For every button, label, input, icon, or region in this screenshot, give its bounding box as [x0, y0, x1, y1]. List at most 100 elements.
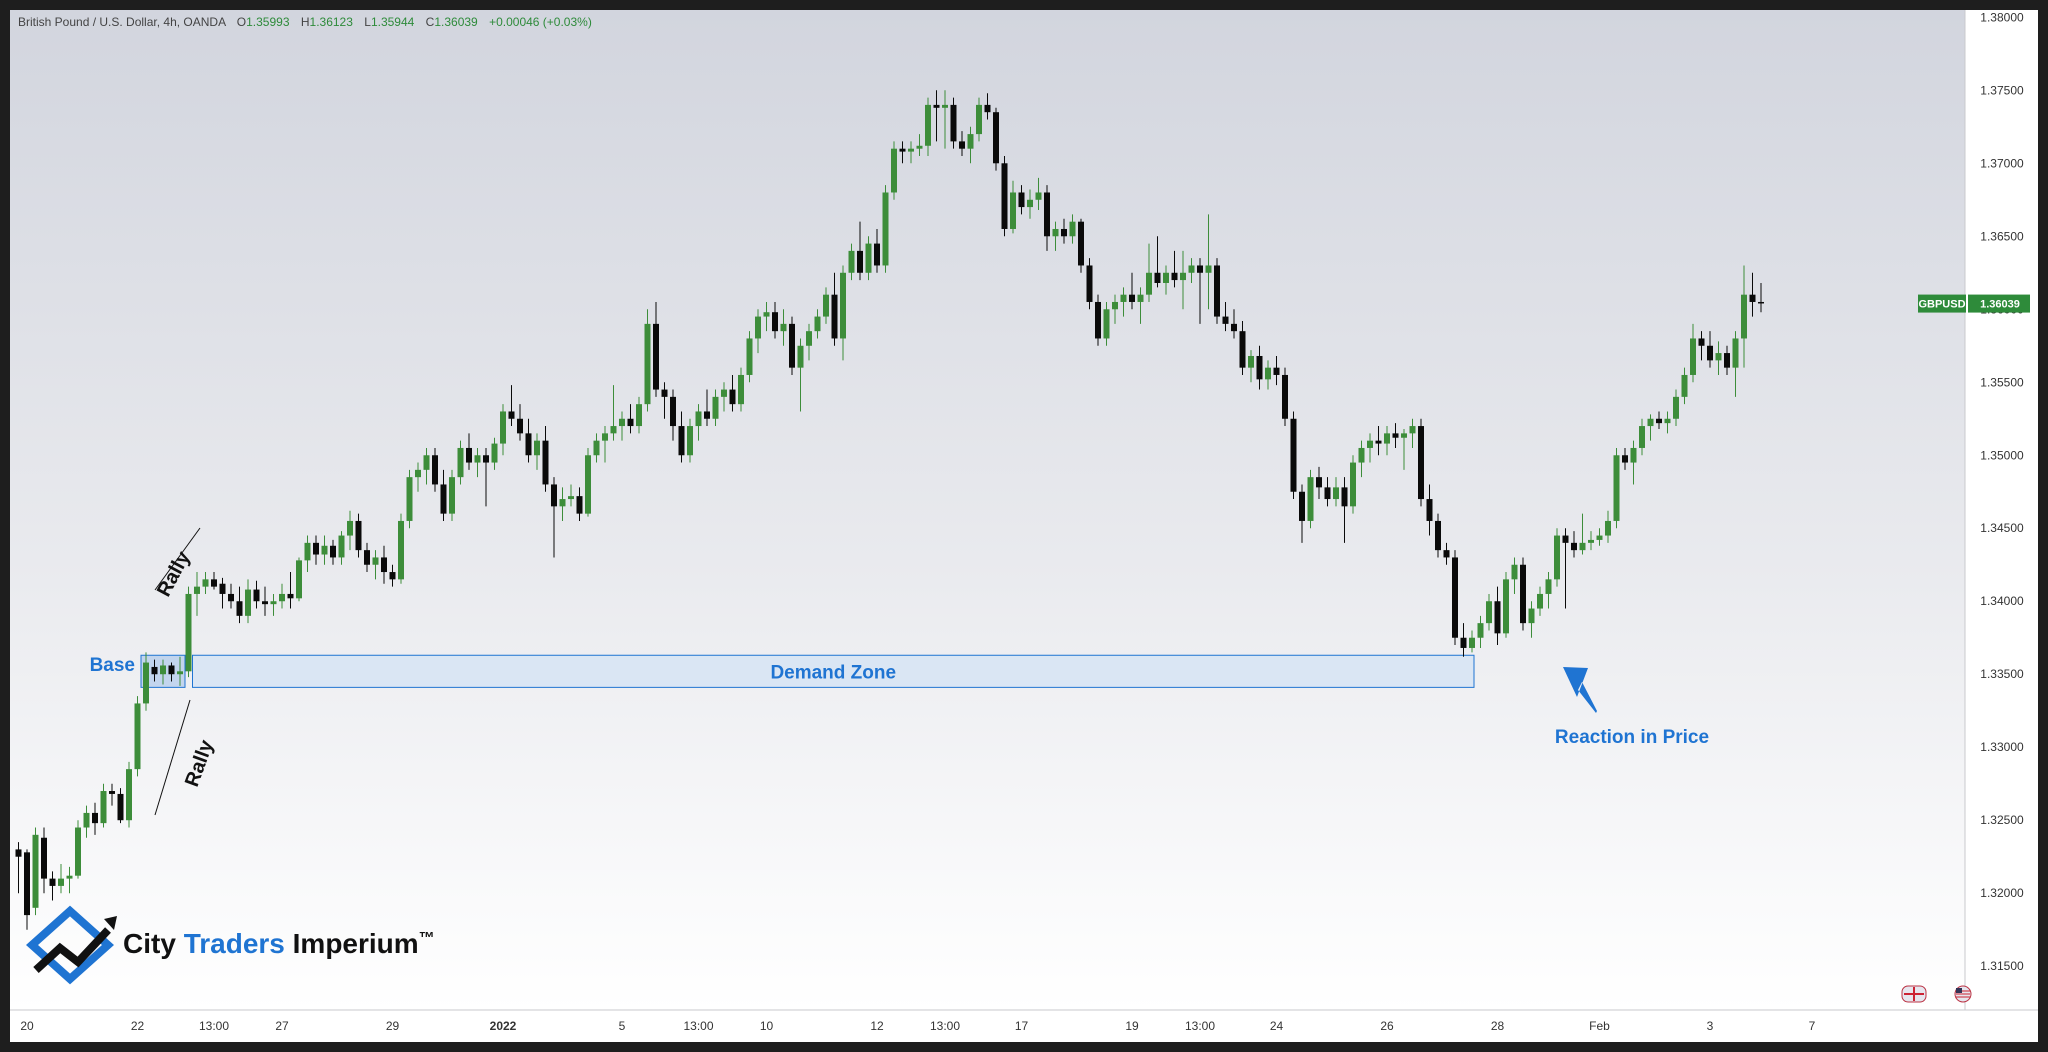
candle-body	[321, 545, 328, 555]
candle-body	[1384, 433, 1390, 444]
candle-body	[1044, 192, 1050, 237]
candle-body	[1171, 272, 1178, 281]
candle-body	[1537, 593, 1543, 609]
candle-body	[262, 601, 268, 605]
candle-body	[610, 426, 617, 434]
candle-body	[593, 440, 600, 456]
candle-body	[525, 433, 532, 456]
candle-body	[950, 104, 957, 142]
candle-body	[432, 455, 438, 485]
candle-body	[1460, 637, 1467, 648]
candle-body	[1103, 309, 1110, 339]
high-value: 1.36123	[310, 15, 354, 29]
candle-body	[1146, 272, 1152, 295]
candle-body	[1375, 440, 1382, 444]
time-tick-label: 7	[1809, 1019, 1816, 1033]
usd-flag-icon[interactable]	[1954, 985, 1972, 1003]
close-value: 1.36039	[434, 15, 478, 29]
price-tick-label: 1.35500	[1980, 375, 2024, 389]
candle-body	[66, 875, 73, 879]
candle-body	[874, 243, 880, 266]
candle-body	[1290, 418, 1297, 492]
time-tick-label: 26	[1380, 1019, 1394, 1033]
candle-body	[449, 477, 455, 514]
candle-body	[1367, 440, 1373, 448]
candle-body	[1681, 374, 1688, 397]
candle-body	[1035, 192, 1042, 200]
candle-body	[32, 834, 39, 908]
candle-body	[602, 433, 608, 441]
time-tick-label: 13:00	[930, 1019, 960, 1033]
time-tick-label: 13:00	[199, 1019, 229, 1033]
candle-body	[1486, 601, 1492, 624]
candle-body	[194, 586, 200, 594]
candle-body	[109, 791, 115, 794]
logo-trademark: ™	[419, 930, 435, 947]
candle-body	[1248, 355, 1254, 368]
time-tick-label: 22	[131, 1019, 145, 1033]
candle-body	[1205, 265, 1212, 273]
candle-body	[270, 601, 277, 605]
low-value: 1.35944	[371, 15, 415, 29]
candle-body	[313, 542, 319, 555]
candle-body	[500, 411, 506, 444]
time-tick-label: 20	[20, 1019, 34, 1033]
candle-body	[168, 665, 175, 675]
candle-body	[415, 469, 421, 478]
candle-body	[653, 323, 659, 390]
candle-body	[559, 499, 566, 507]
candle-body	[729, 389, 736, 405]
candle-body	[933, 104, 940, 108]
candle-body	[423, 455, 430, 470]
candle-body	[704, 411, 710, 419]
candle-body	[1452, 557, 1458, 638]
candle-body	[644, 323, 651, 405]
candle-body	[1163, 272, 1169, 283]
candle-body	[942, 104, 948, 108]
candle-body	[1069, 221, 1076, 237]
candle-body	[1418, 426, 1424, 500]
candle-body	[959, 141, 965, 149]
candle-body	[398, 520, 404, 580]
candle-body	[364, 550, 370, 565]
candle-body	[1112, 301, 1118, 310]
candle-body	[1409, 426, 1416, 434]
candle-body	[848, 250, 855, 273]
candle-body	[1061, 228, 1067, 237]
candle-body	[126, 769, 132, 821]
candle-body	[1120, 294, 1127, 302]
price-tick-label: 1.32000	[1980, 886, 2024, 900]
candle-body	[1622, 455, 1628, 463]
candle-body	[1307, 477, 1314, 521]
candle-body	[1078, 221, 1084, 266]
candle-body	[483, 455, 489, 463]
candle-body	[245, 589, 251, 616]
price-tag-value: 1.36039	[1980, 299, 2020, 311]
candle-body	[1426, 499, 1433, 521]
last-price-tag: GBPUSD 1.36039	[1918, 294, 2030, 313]
candle-body	[1630, 447, 1637, 463]
candle-body	[58, 878, 64, 886]
candle-body	[687, 426, 693, 456]
candle-body	[780, 323, 787, 332]
candle-body	[865, 243, 872, 273]
price-tick-label: 1.31500	[1980, 959, 2024, 973]
candle-body	[1698, 338, 1705, 346]
candle-body	[1299, 491, 1305, 521]
gbp-flag-icon[interactable]	[1901, 985, 1927, 1003]
time-tick-label: 12	[870, 1019, 884, 1033]
candle-body	[151, 666, 158, 675]
candle-body	[678, 426, 685, 456]
price-tick-label: 1.38000	[1980, 10, 2024, 24]
logo-word-city: City	[123, 928, 184, 959]
candle-body	[381, 557, 387, 573]
time-tick-label: 2022	[490, 1019, 517, 1033]
candle-body	[1588, 539, 1594, 543]
candle-body	[1664, 418, 1671, 424]
candle-body	[1562, 535, 1569, 543]
candle-body	[661, 389, 668, 397]
candle-body	[1333, 487, 1339, 500]
candle-body	[772, 312, 778, 332]
candle-body	[491, 443, 498, 463]
candle-body	[211, 579, 217, 587]
